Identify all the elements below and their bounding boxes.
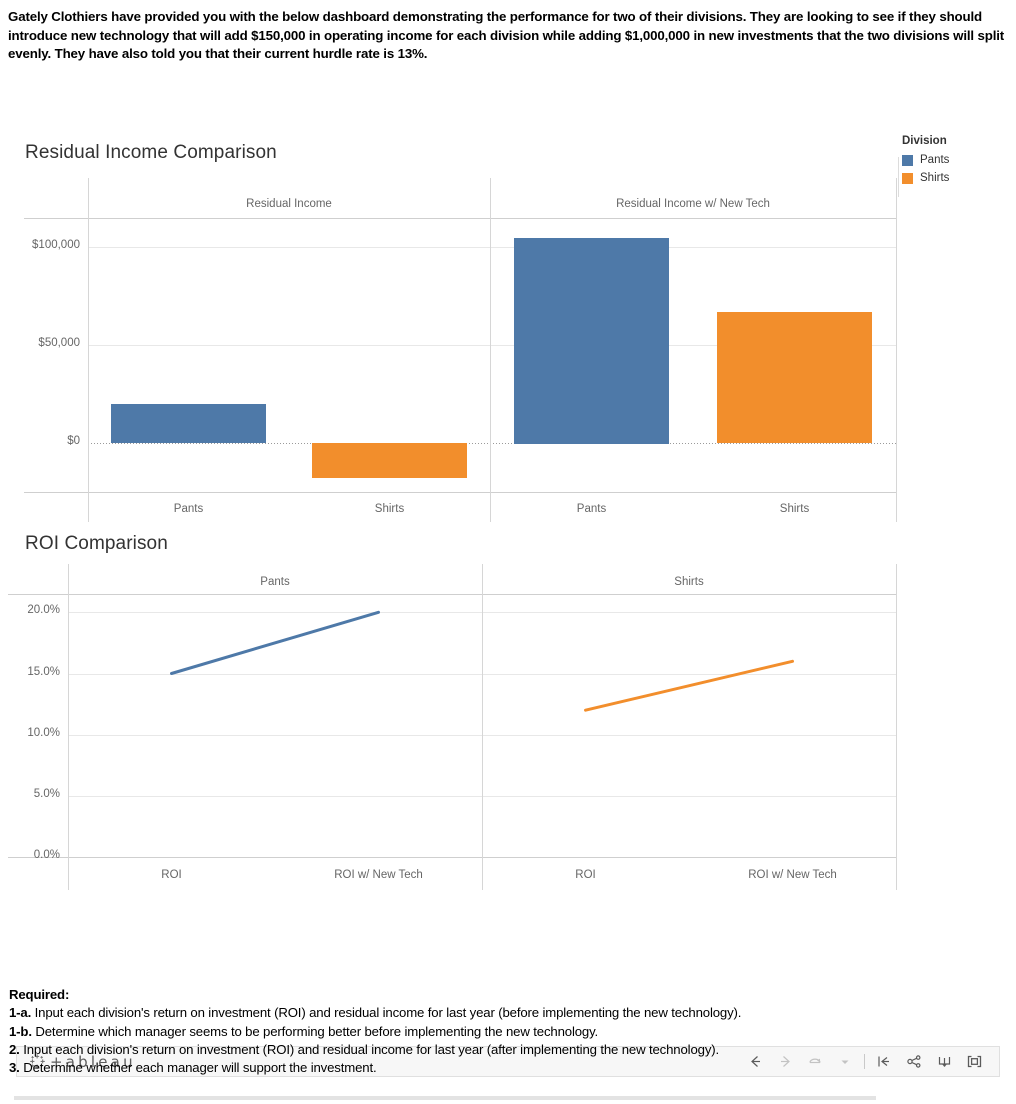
division-legend: Division Pants Shirts (898, 135, 1016, 197)
required-item-1a-label: 1-a. (9, 1005, 32, 1021)
required-item-3-label: 3. (9, 1060, 20, 1076)
panel-border-2 (896, 178, 897, 522)
required-item-2: 2. Input each division's return on inves… (9, 1041, 1009, 1059)
intro-paragraph: Gately Clothiers have provided you with … (8, 9, 1005, 62)
chart-top-rule (24, 218, 896, 219)
residual-income-title: Residual Income Comparison (25, 142, 277, 163)
roi-chart[interactable]: 0.0% 5.0% 10.0% 15.0% 20.0% Pants Shirts ROI ROI… (0, 560, 897, 910)
legend-swatch-shirts (902, 172, 913, 184)
required-section: Required: 1-a. Input each division's ret… (9, 986, 1009, 1077)
roi-line-layer (170, 610, 794, 712)
required-item-2-text: Input each division's return on investme… (19, 1041, 720, 1057)
bar-residual-income-w-new-tech-pants[interactable] (514, 238, 669, 444)
roi-line-pants[interactable] (170, 610, 380, 675)
legend-title: Division (902, 135, 947, 147)
required-item-3-text: Determine whether each manager will supp… (19, 1060, 377, 1076)
y-tick-1: $50,000 (38, 337, 80, 349)
panel-border-1 (490, 178, 491, 522)
panel-border-0 (88, 178, 89, 522)
legend-item-shirts[interactable]: Shirts (898, 169, 1016, 187)
residual-income-chart[interactable]: $0 $50,000 $100,000 Residual Income Residual… (0, 170, 897, 525)
y-tick-2: $100,000 (32, 239, 80, 251)
x-label-0: Pants (173, 503, 204, 515)
x-label-3: Shirts (779, 503, 810, 515)
required-item-3: 3. Determine whether each manager will s… (9, 1059, 1009, 1077)
panel-header-0: Residual Income (246, 198, 332, 210)
tableau-dashboard: Residual Income Comparison $0 $50,000 $100… (0, 125, 1016, 1077)
required-item-1b-label: 1-b. (9, 1023, 32, 1039)
legend-label-pants: Pants (920, 154, 950, 166)
legend-divider (898, 157, 899, 197)
bottom-divider (14, 1096, 876, 1100)
zero-reference-line (88, 443, 896, 444)
roi-line-shirts[interactable] (584, 659, 794, 712)
bar-residual-income-w-new-tech-shirts[interactable] (717, 312, 872, 443)
required-item-1b-text: Determine which manager seems to be perf… (31, 1023, 599, 1039)
legend-item-pants[interactable]: Pants (898, 151, 1016, 169)
legend-swatch-pants (902, 154, 913, 166)
required-header: Required: (9, 987, 70, 1002)
gridline-100000 (88, 247, 896, 248)
chart-bottom-rule (24, 492, 896, 493)
required-item-1a: 1-a. Input each division's return on inv… (9, 1004, 1009, 1022)
bar-residual-income-pants[interactable] (111, 404, 266, 443)
x-label-1: Shirts (374, 503, 405, 515)
legend-label-shirts: Shirts (920, 172, 950, 184)
bar-residual-income-shirts[interactable] (312, 443, 467, 478)
y-tick-0: $0 (67, 435, 80, 447)
required-item-2-label: 2. (9, 1041, 20, 1057)
roi-title: ROI Comparison (25, 533, 168, 554)
x-label-2: Pants (576, 503, 607, 515)
roi-panel-border-2 (896, 564, 897, 890)
panel-header-1: Residual Income w/ New Tech (616, 198, 770, 210)
required-item-1a-text: Input each division's return on investme… (31, 1005, 742, 1021)
required-item-1b: 1-b. Determine which manager seems to be… (9, 1023, 1009, 1041)
